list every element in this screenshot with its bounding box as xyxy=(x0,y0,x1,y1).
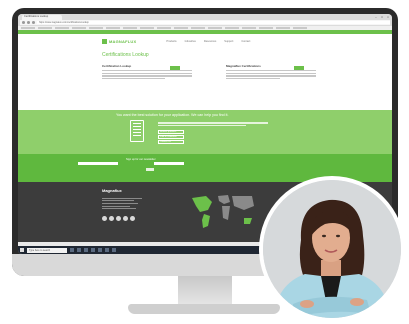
taskbar-app-icon[interactable] xyxy=(84,248,88,252)
logo-mark-icon xyxy=(102,38,107,44)
promo-button-distributor[interactable]: Find a Distributor xyxy=(158,135,184,139)
left-column-text xyxy=(102,70,192,80)
monitor-stand-neck xyxy=(178,276,232,306)
promo-title: You want the best solution for your appl… xyxy=(116,113,229,117)
bookmark-item[interactable] xyxy=(55,27,69,29)
forward-icon[interactable] xyxy=(27,21,30,24)
site-header: MAGNAFLUX Products Industries Resources … xyxy=(18,34,392,48)
bookmark-item[interactable] xyxy=(242,27,256,29)
footer-brand: Magnaflux xyxy=(102,188,122,193)
bookmark-item[interactable] xyxy=(123,27,137,29)
footer-address xyxy=(102,196,142,211)
bookmark-item[interactable] xyxy=(259,27,273,29)
taskbar-app-icon[interactable] xyxy=(112,248,116,252)
main-content: Certifications Lookup Certification Look… xyxy=(18,48,392,110)
bookmark-item[interactable] xyxy=(157,27,171,29)
nav-item[interactable]: Industries xyxy=(185,40,196,43)
bookmark-item[interactable] xyxy=(89,27,103,29)
linkedin-icon[interactable] xyxy=(116,216,121,221)
taskbar-app-icon[interactable] xyxy=(70,248,74,252)
nav-item[interactable]: Resources xyxy=(204,40,216,43)
site-logo[interactable]: MAGNAFLUX xyxy=(102,38,137,44)
person-portrait-icon xyxy=(263,180,401,318)
twitter-icon[interactable] xyxy=(109,216,114,221)
bookmark-item[interactable] xyxy=(225,27,239,29)
site-nav: Products Industries Resources Support Co… xyxy=(166,40,250,43)
address-bar: https://www.nagnatux.com/certifications-… xyxy=(20,20,390,25)
bookmark-item[interactable] xyxy=(72,27,86,29)
newsletter-submit-button[interactable] xyxy=(146,168,154,171)
bookmark-item[interactable] xyxy=(21,27,35,29)
nav-item[interactable]: Contact xyxy=(241,40,250,43)
left-column-button[interactable] xyxy=(170,66,180,70)
bookmark-item[interactable] xyxy=(191,27,205,29)
selection-highlight xyxy=(78,162,118,165)
windows-start-icon[interactable] xyxy=(20,248,24,252)
avatar-photo xyxy=(263,180,401,318)
url-input[interactable]: https://www.nagnatux.com/certifications-… xyxy=(37,21,390,24)
right-column: Magnaflux Certifications xyxy=(226,64,316,81)
bookmark-item[interactable] xyxy=(140,27,154,29)
youtube-icon[interactable] xyxy=(123,216,128,221)
minimize-icon[interactable]: – xyxy=(374,15,378,19)
refresh-icon[interactable] xyxy=(32,21,35,24)
left-column: Certification Lookup xyxy=(102,64,192,81)
bookmark-item[interactable] xyxy=(106,27,120,29)
taskbar-app-icon[interactable] xyxy=(77,248,81,252)
page-title: Certifications Lookup xyxy=(102,52,149,58)
bookmark-item[interactable] xyxy=(293,27,307,29)
nav-item[interactable]: Support xyxy=(224,40,233,43)
bookmark-item[interactable] xyxy=(38,27,52,29)
monitor-stand-base xyxy=(128,304,280,314)
maximize-icon[interactable]: □ xyxy=(380,15,384,19)
certificate-icon xyxy=(130,120,144,142)
facebook-icon[interactable] xyxy=(102,216,107,221)
newsletter-email-input[interactable] xyxy=(154,162,184,165)
taskbar-app-icon[interactable] xyxy=(91,248,95,252)
stage: Certifications Lookup – □ × https://www.… xyxy=(0,0,409,324)
right-column-button[interactable] xyxy=(294,66,304,70)
promo-button-products[interactable]: Browse products xyxy=(158,130,184,134)
taskbar-app-icon[interactable] xyxy=(105,248,109,252)
instagram-icon[interactable] xyxy=(130,216,135,221)
promo-banner: You want the best solution for your appl… xyxy=(18,110,392,154)
promo-button-contact[interactable]: Contact Us xyxy=(158,140,184,144)
newsletter-label: Sign up for our newsletter xyxy=(126,158,156,161)
promo-text xyxy=(158,121,268,128)
bookmark-item[interactable] xyxy=(208,27,222,29)
bookmark-item[interactable] xyxy=(174,27,188,29)
close-icon[interactable]: × xyxy=(386,15,390,19)
taskbar-app-icon[interactable] xyxy=(98,248,102,252)
bookmark-item[interactable] xyxy=(276,27,290,29)
avatar xyxy=(259,176,405,322)
browser-chrome: Certifications Lookup – □ × https://www.… xyxy=(18,14,392,26)
taskbar-search-input[interactable]: Type here to search xyxy=(27,247,67,253)
social-links xyxy=(102,216,135,221)
right-column-text xyxy=(226,70,316,80)
world-map xyxy=(192,195,254,228)
back-icon[interactable] xyxy=(22,21,25,24)
logo-text: MAGNAFLUX xyxy=(109,38,137,44)
nav-item[interactable]: Products xyxy=(166,40,176,43)
